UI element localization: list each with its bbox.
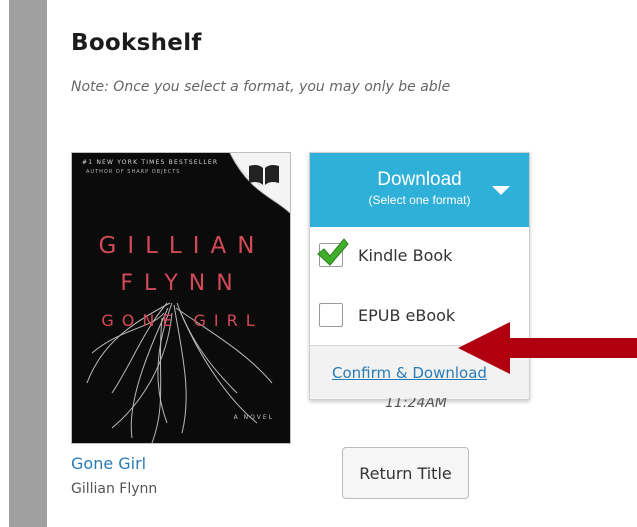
download-sublabel: (Select one format) <box>368 193 471 207</box>
side-bar <box>9 0 47 527</box>
bookshelf-page: Bookshelf Note: Once you select a format… <box>0 0 637 527</box>
arrow-left-icon <box>458 322 637 374</box>
format-note: Note: Once you select a format, you may … <box>71 79 451 95</box>
cover-novel-text: A NOVEL <box>233 414 274 421</box>
cover-title: GONE GIRL <box>101 311 263 330</box>
expire-time: 11:24AM <box>385 398 448 410</box>
format-label-epub: EPUB eBook <box>358 306 456 325</box>
page-title: Bookshelf <box>71 30 202 56</box>
epub-checkbox[interactable] <box>319 303 343 327</box>
book-title-link[interactable]: Gone Girl <box>71 454 146 473</box>
cover-author-last: FLYNN <box>120 271 244 296</box>
format-option-kindle[interactable]: Kindle Book <box>310 229 529 283</box>
cover-bestseller-text: #1 NEW YORK TIMES BESTSELLER <box>82 159 219 166</box>
download-dropdown-button[interactable]: Download (Select one format) <box>310 153 529 227</box>
checkmark-icon <box>317 238 349 266</box>
caret-down-icon <box>492 186 510 195</box>
cover-subtext: AUTHOR OF SHARP OBJECTS <box>86 169 181 175</box>
book-author: Gillian Flynn <box>71 481 158 497</box>
return-title-button[interactable]: Return Title <box>342 447 469 499</box>
book-cover[interactable]: #1 NEW YORK TIMES BESTSELLER AUTHOR OF S… <box>71 152 291 444</box>
cover-author-first: GILLIAN <box>98 233 266 259</box>
format-label-kindle: Kindle Book <box>358 246 453 265</box>
open-book-icon <box>249 164 279 185</box>
